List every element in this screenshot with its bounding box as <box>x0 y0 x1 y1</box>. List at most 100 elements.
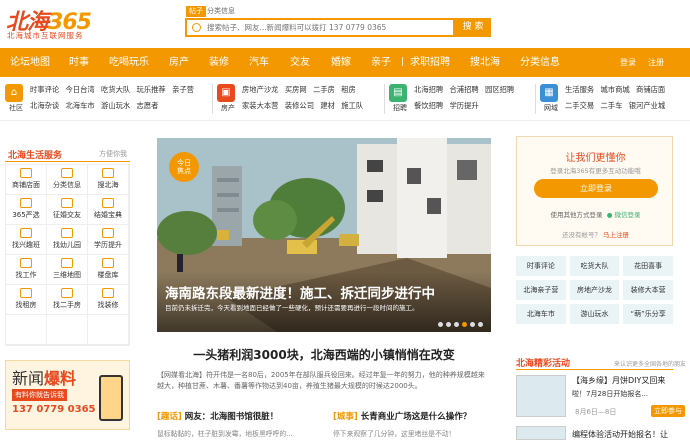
promo-phone: 137 0779 0365 <box>12 404 96 415</box>
activity-thumbnail[interactable] <box>516 375 566 417</box>
service-item[interactable]: 商铺店面 <box>6 165 47 195</box>
search-input[interactable] <box>207 23 452 32</box>
news-item-sub: 鼠标黏黏的，柱子脏到发霉，地板黑呼呼的... <box>157 430 293 438</box>
login-link[interactable]: 登录 <box>620 48 636 77</box>
login-panel-title: 让我们更懂你 <box>565 153 626 164</box>
topic-tags: 时事评论 吃货大队 花田喜事 北海亲子营 房地产沙龙 装修大本营 北海车市 游山… <box>516 256 673 324</box>
category-links-row2[interactable]: 家装大本营 装修公司 建材 施工队 <box>242 101 363 111</box>
empty-cell <box>88 315 129 345</box>
graduation-icon <box>102 228 114 238</box>
nav-item-deco[interactable]: 装修 <box>209 48 229 77</box>
building-icon <box>102 258 114 268</box>
grid-icon: ▦ <box>540 84 558 102</box>
topic-tag[interactable]: 游山玩水 <box>569 304 620 324</box>
news-item-sub: 停下来观察了几分钟，这里堵丝是不动！ <box>333 430 456 438</box>
social-login: 使用其他方式登录 ● 微信登录 <box>550 211 641 219</box>
search-button[interactable]: 搜 索 <box>455 18 491 37</box>
topic-tag[interactable]: 北海亲子营 <box>516 280 566 300</box>
activity-title[interactable]: 【海乡缘】月饼DIY又回来 <box>572 375 665 386</box>
category-links-row2[interactable]: 北海杂谈 北海车市 游山玩水 志愿者 <box>30 101 158 111</box>
service-item[interactable]: 三维地图 <box>47 255 88 285</box>
category-label: 招聘 <box>393 104 407 112</box>
service-item[interactable]: 分类信息 <box>47 165 88 195</box>
activity-title[interactable]: 编程体验活动开始报名！让 <box>572 429 668 440</box>
nav-item-wedding[interactable]: 婚嫁 <box>331 48 351 77</box>
news-tip-banner[interactable]: 新闻爆料 有料你就告诉我 137 0779 0365 <box>5 360 130 430</box>
carousel-dot[interactable] <box>438 322 443 327</box>
house-icon <box>61 288 73 298</box>
nav-item-news[interactable]: 时事 <box>69 48 89 77</box>
today-focus-badge: 今日 焦点 <box>169 152 199 182</box>
service-item[interactable]: 结婚宝典 <box>88 195 129 225</box>
login-button[interactable]: 立即登录 <box>534 179 658 198</box>
category-links-row2[interactable]: 餐饮招聘 学历提升 <box>414 101 479 111</box>
topic-tag[interactable]: “萌”乐分享 <box>623 304 673 324</box>
news-item[interactable]: [城事] 长青商业广场这是什么操作？ <box>333 410 471 422</box>
topic-tag[interactable]: 花田喜事 <box>623 256 673 276</box>
service-item[interactable]: 找兴趣班 <box>6 225 47 255</box>
topic-tag[interactable]: 北海车市 <box>516 304 566 324</box>
nav-item-jobs[interactable]: 求职招聘 <box>410 48 450 77</box>
category-links-row1[interactable]: 时事评论 今日台湾 吃货大队 玩乐推荐 亲子营 <box>30 85 194 95</box>
classified-icon <box>61 168 73 178</box>
hero-title[interactable]: 海南路东段最新进度！施工、拆迁同步进行中 <box>165 282 435 302</box>
search-tab-posts[interactable]: 帖子 <box>186 6 206 17</box>
service-item[interactable]: 找租房 <box>6 285 47 315</box>
register-link[interactable]: 注册 <box>648 48 664 77</box>
service-item[interactable]: 365严选 <box>6 195 47 225</box>
service-item[interactable]: 征婚交友 <box>47 195 88 225</box>
carousel-dot[interactable] <box>446 322 451 327</box>
service-item[interactable]: 搜北海 <box>88 165 129 195</box>
news-item[interactable]: [趣话] 网友：北海图书馆很脏！ <box>157 410 278 422</box>
nav-item-food[interactable]: 吃喝玩乐 <box>109 48 149 77</box>
carousel-dot[interactable] <box>462 322 467 327</box>
service-item[interactable]: 找幼儿园 <box>47 225 88 255</box>
nav-item-classified[interactable]: 分类信息 <box>520 48 560 77</box>
category-house: ▣ 房产 房地产沙龙 买房网 二手房 租房 家装大本营 装修公司 建材 施工队 <box>217 82 377 116</box>
carousel-dot[interactable] <box>454 322 459 327</box>
category-links-row1[interactable]: 生活服务 城市商城 商铺店面 <box>565 85 665 95</box>
key-icon <box>20 288 32 298</box>
hero-carousel[interactable]: 今日 焦点 海南路东段最新进度！施工、拆迁同步进行中 目前仍未拆迁完，今天看到地面… <box>157 138 491 332</box>
activity-thumbnail[interactable] <box>516 426 566 440</box>
nav-item-search[interactable]: 搜北海 <box>470 48 500 77</box>
headline[interactable]: 一头猪利润3000块，北海西端的小镇悄悄在改变 <box>157 346 491 363</box>
carousel-dots[interactable] <box>438 322 483 327</box>
logo-subtitle: 北海城市互联网服务 <box>7 31 84 40</box>
topic-tag[interactable]: 装修大本营 <box>623 280 673 300</box>
category-links-row2[interactable]: 二手交易 二手车 银河产业城 <box>565 101 665 111</box>
house-icon: ▣ <box>217 84 235 102</box>
login-panel-subtitle: 登录北海365有更多互动功能哦 <box>550 167 641 175</box>
service-item[interactable]: 楼盘库 <box>88 255 129 285</box>
category-links-row1[interactable]: 房地产沙龙 买房网 二手房 租房 <box>242 85 356 95</box>
carousel-dot[interactable] <box>470 322 475 327</box>
topic-tag[interactable]: 房地产沙龙 <box>569 280 620 300</box>
life-services-grid: 商铺店面 分类信息 搜北海 365严选 征婚交友 结婚宝典 找兴趣班 找幼儿园 … <box>5 164 130 346</box>
nav-item-friends[interactable]: 交友 <box>290 48 310 77</box>
service-item[interactable]: 找二手房 <box>47 285 88 315</box>
service-item[interactable]: 找装修 <box>88 285 129 315</box>
topic-tag[interactable]: 吃货大队 <box>569 256 620 276</box>
search-tab-classified[interactable]: 分类信息 <box>204 6 238 17</box>
nav-item-family[interactable]: 亲子 <box>371 48 391 77</box>
carousel-dot[interactable] <box>478 322 483 327</box>
join-activity-button[interactable]: 立即参与 <box>651 405 685 417</box>
life-services-tagline: 方便你我 <box>99 150 127 158</box>
heart-icon <box>61 198 73 208</box>
activities-subtitle: 来认识更多全国各地的朋友 <box>614 361 687 368</box>
nav-item-house[interactable]: 房产 <box>169 48 189 77</box>
wechat-login[interactable]: ● 微信登录 <box>607 211 641 219</box>
service-item[interactable]: 学历提升 <box>88 225 129 255</box>
empty-cell <box>6 315 47 345</box>
cart-icon <box>20 198 32 208</box>
home-icon: ⌂ <box>5 84 23 102</box>
nav-item-car[interactable]: 汽车 <box>249 48 269 77</box>
promo-subtitle: 有料你就告诉我 <box>12 389 67 401</box>
briefcase-icon <box>20 258 32 268</box>
register-now-link[interactable]: 马上注册 <box>603 231 629 239</box>
service-item[interactable]: 找工作 <box>6 255 47 285</box>
register-hint: 还没有帐号？ 马上注册 <box>561 231 630 239</box>
topic-tag[interactable]: 时事评论 <box>516 256 566 276</box>
category-links-row1[interactable]: 北海招聘 合浦招聘 园区招聘 <box>414 85 514 95</box>
nav-item-map[interactable]: 论坛地图 <box>10 48 50 77</box>
